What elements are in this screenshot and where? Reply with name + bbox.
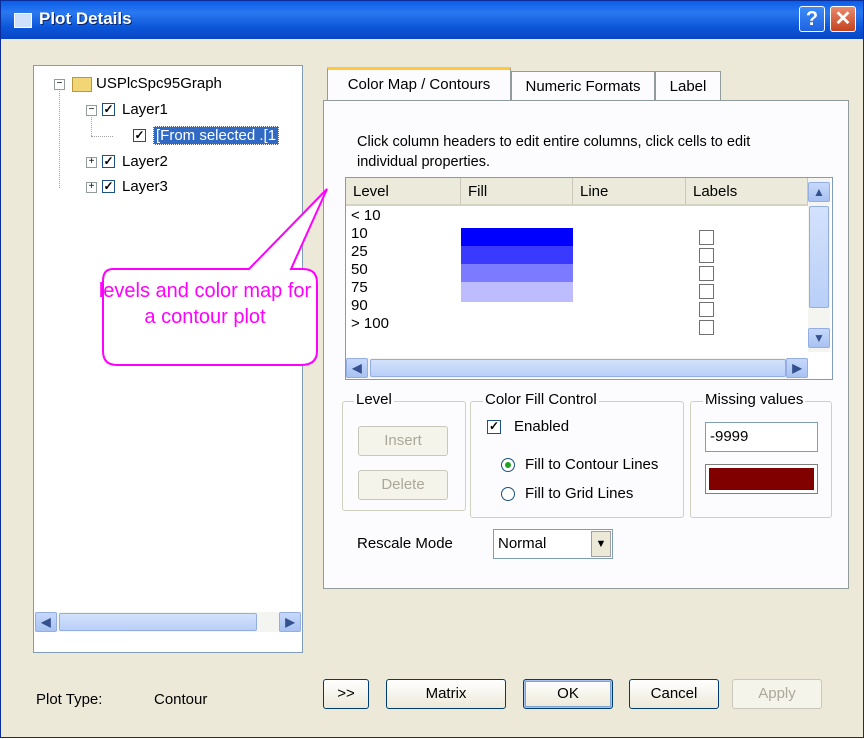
callout-text: levels and color map for a contour plot xyxy=(98,280,312,328)
plot-details-window: Plot Details ? ✕ − USPlcSpc95Graph − ✓ L… xyxy=(0,0,864,738)
callout-bubble xyxy=(102,188,328,366)
